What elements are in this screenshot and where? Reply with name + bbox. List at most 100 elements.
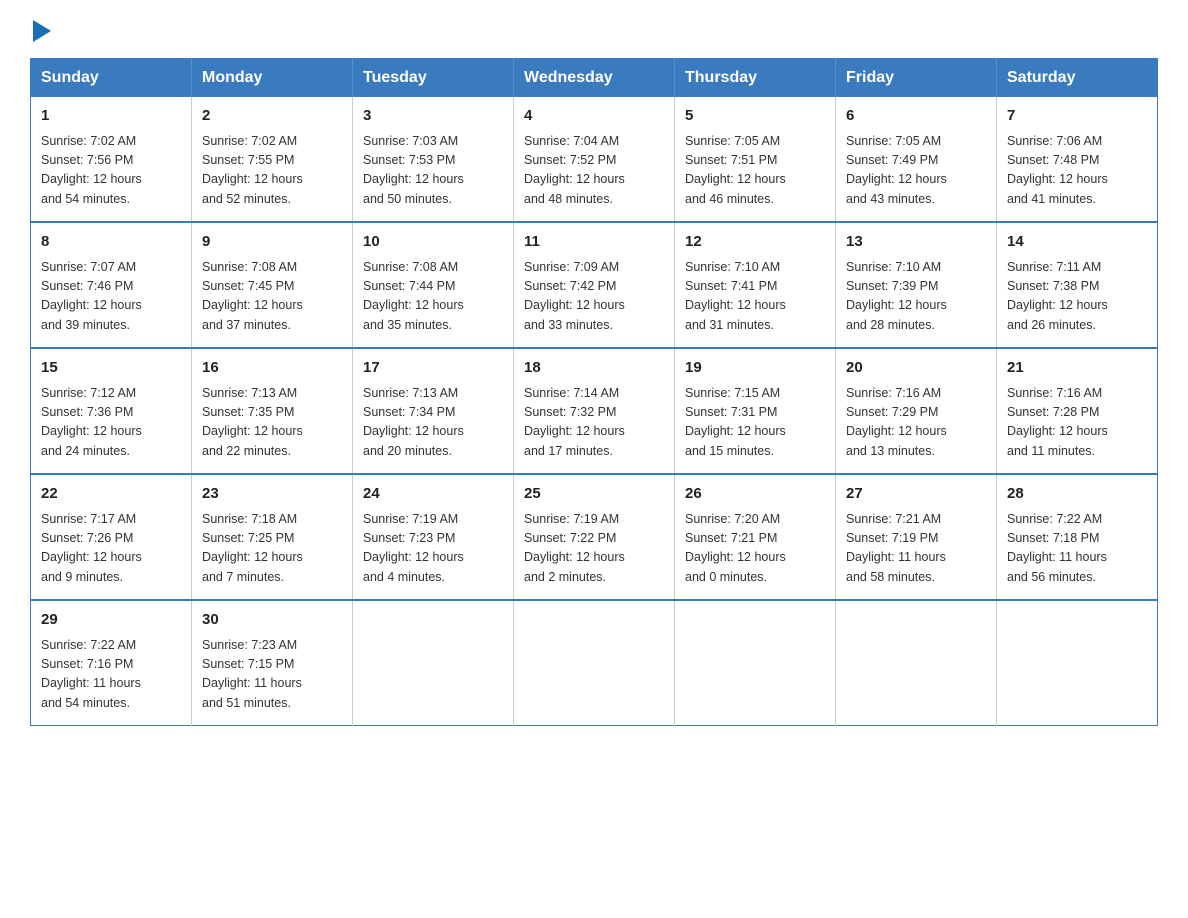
calendar-cell: 18 Sunrise: 7:14 AMSunset: 7:32 PMDayligh… [514,348,675,474]
weekday-header-thursday: Thursday [675,59,836,98]
page-header [30,20,1158,40]
calendar-cell: 21 Sunrise: 7:16 AMSunset: 7:28 PMDayligh… [997,348,1158,474]
calendar-cell: 16Sunrise: 7:13 AMSunset: 7:35 PMDayligh… [192,348,353,474]
day-number: 8 [41,231,181,254]
week-row-4: 22 Sunrise: 7:17 AMSunset: 7:26 PMDayligh… [31,474,1158,600]
day-number: 4 [524,105,664,128]
day-info-full: Sunrise: 7:14 AMSunset: 7:32 PMDaylight:… [524,384,664,462]
day-info-full: Sunrise: 7:13 AMSunset: 7:34 PMDaylight:… [363,384,503,462]
day-info-full: Sunrise: 7:19 AMSunset: 7:23 PMDaylight:… [363,510,503,588]
weekday-header-sunday: Sunday [31,59,192,98]
calendar-cell [997,600,1158,726]
calendar-cell: 24 Sunrise: 7:19 AMSunset: 7:23 PMDayligh… [353,474,514,600]
weekday-header-saturday: Saturday [997,59,1158,98]
day-number: 3 [363,105,503,128]
day-info-full: Sunrise: 7:10 AMSunset: 7:39 PMDaylight:… [846,258,986,336]
calendar-cell: 15 Sunrise: 7:12 AMSunset: 7:36 PMDayligh… [31,348,192,474]
day-number: 10 [363,231,503,254]
day-info-full: Sunrise: 7:13 AMSunset: 7:35 PMDaylight:… [202,384,342,462]
weekday-header-tuesday: Tuesday [353,59,514,98]
calendar-cell: 29 Sunrise: 7:22 AMSunset: 7:16 PMDayligh… [31,600,192,726]
calendar-cell: 3 Sunrise: 7:03 AMSunset: 7:53 PMDaylight… [353,97,514,222]
day-number: 21 [1007,357,1147,380]
day-info-full: Sunrise: 7:06 AMSunset: 7:48 PMDaylight:… [1007,132,1147,210]
day-number: 22 [41,483,181,506]
weekday-header-monday: Monday [192,59,353,98]
day-info-full: Sunrise: 7:17 AMSunset: 7:26 PMDaylight:… [41,510,181,588]
day-number: 30 [202,609,342,632]
day-number: 29 [41,609,181,632]
calendar-cell: 5Sunrise: 7:05 AMSunset: 7:51 PMDaylight… [675,97,836,222]
calendar-cell: 23Sunrise: 7:18 AMSunset: 7:25 PMDayligh… [192,474,353,600]
day-info-full: Sunrise: 7:03 AMSunset: 7:53 PMDaylight:… [363,132,503,210]
day-number: 7 [1007,105,1147,128]
calendar-cell [514,600,675,726]
day-info-full: Sunrise: 7:09 AMSunset: 7:42 PMDaylight:… [524,258,664,336]
calendar-cell: 28 Sunrise: 7:22 AMSunset: 7:18 PMDayligh… [997,474,1158,600]
day-info-full: Sunrise: 7:22 AMSunset: 7:16 PMDaylight:… [41,636,181,714]
calendar-cell: 17 Sunrise: 7:13 AMSunset: 7:34 PMDayligh… [353,348,514,474]
calendar-cell: 27 Sunrise: 7:21 AMSunset: 7:19 PMDayligh… [836,474,997,600]
day-number: 24 [363,483,503,506]
day-info-full: Sunrise: 7:02 AMSunset: 7:55 PMDaylight:… [202,132,342,210]
day-info-full: Sunrise: 7:02 AMSunset: 7:56 PMDaylight:… [41,132,181,210]
day-info-full: Sunrise: 7:16 AMSunset: 7:28 PMDaylight:… [1007,384,1147,462]
day-info-full: Sunrise: 7:12 AMSunset: 7:36 PMDaylight:… [41,384,181,462]
day-number: 28 [1007,483,1147,506]
calendar-cell: 6 Sunrise: 7:05 AMSunset: 7:49 PMDaylight… [836,97,997,222]
day-number: 15 [41,357,181,380]
day-info-full: Sunrise: 7:15 AMSunset: 7:31 PMDaylight:… [685,384,825,462]
day-number: 27 [846,483,986,506]
calendar-cell: 7 Sunrise: 7:06 AMSunset: 7:48 PMDaylight… [997,97,1158,222]
calendar-cell: 14 Sunrise: 7:11 AMSunset: 7:38 PMDayligh… [997,222,1158,348]
day-number: 11 [524,231,664,254]
day-info-full: Sunrise: 7:16 AMSunset: 7:29 PMDaylight:… [846,384,986,462]
day-info-full: Sunrise: 7:22 AMSunset: 7:18 PMDaylight:… [1007,510,1147,588]
day-number: 26 [685,483,825,506]
calendar-cell [353,600,514,726]
logo [30,20,51,40]
calendar-cell [836,600,997,726]
day-info-full: Sunrise: 7:08 AMSunset: 7:44 PMDaylight:… [363,258,503,336]
day-info-full: Sunrise: 7:19 AMSunset: 7:22 PMDaylight:… [524,510,664,588]
day-number: 2 [202,105,342,128]
day-number: 6 [846,105,986,128]
day-info-full: Sunrise: 7:20 AMSunset: 7:21 PMDaylight:… [685,510,825,588]
weekday-header-wednesday: Wednesday [514,59,675,98]
day-info-full: Sunrise: 7:18 AMSunset: 7:25 PMDaylight:… [202,510,342,588]
day-number: 5 [685,105,825,128]
day-number: 14 [1007,231,1147,254]
day-number: 17 [363,357,503,380]
day-info-full: Sunrise: 7:21 AMSunset: 7:19 PMDaylight:… [846,510,986,588]
calendar-cell: 12 Sunrise: 7:10 AMSunset: 7:41 PMDayligh… [675,222,836,348]
day-info-full: Sunrise: 7:05 AMSunset: 7:49 PMDaylight:… [846,132,986,210]
calendar-cell [675,600,836,726]
calendar-cell: 25 Sunrise: 7:19 AMSunset: 7:22 PMDayligh… [514,474,675,600]
day-number: 1 [41,105,181,128]
calendar-cell: 19 Sunrise: 7:15 AMSunset: 7:31 PMDayligh… [675,348,836,474]
weekday-header-friday: Friday [836,59,997,98]
calendar-cell: 11 Sunrise: 7:09 AMSunset: 7:42 PMDayligh… [514,222,675,348]
day-info-full: Sunrise: 7:04 AMSunset: 7:52 PMDaylight:… [524,132,664,210]
week-row-2: 8 Sunrise: 7:07 AMSunset: 7:46 PMDaylight… [31,222,1158,348]
calendar-cell: 9 Sunrise: 7:08 AMSunset: 7:45 PMDaylight… [192,222,353,348]
calendar-cell: 1 Sunrise: 7:02 AMSunset: 7:56 PMDaylight… [31,97,192,222]
calendar-cell: 13Sunrise: 7:10 AMSunset: 7:39 PMDayligh… [836,222,997,348]
week-row-1: 1 Sunrise: 7:02 AMSunset: 7:56 PMDaylight… [31,97,1158,222]
week-row-5: 29 Sunrise: 7:22 AMSunset: 7:16 PMDayligh… [31,600,1158,726]
day-number: 20 [846,357,986,380]
day-number: 9 [202,231,342,254]
day-number: 19 [685,357,825,380]
day-number: 18 [524,357,664,380]
day-info-full: Sunrise: 7:10 AMSunset: 7:41 PMDaylight:… [685,258,825,336]
day-number: 12 [685,231,825,254]
day-info-full: Sunrise: 7:11 AMSunset: 7:38 PMDaylight:… [1007,258,1147,336]
weekday-header-row: SundayMondayTuesdayWednesdayThursdayFrid… [31,59,1158,98]
logo-triangle-icon [33,20,51,42]
calendar-cell: 10 Sunrise: 7:08 AMSunset: 7:44 PMDayligh… [353,222,514,348]
day-number: 25 [524,483,664,506]
day-info-full: Sunrise: 7:07 AMSunset: 7:46 PMDaylight:… [41,258,181,336]
day-info-full: Sunrise: 7:08 AMSunset: 7:45 PMDaylight:… [202,258,342,336]
calendar-cell: 2 Sunrise: 7:02 AMSunset: 7:55 PMDaylight… [192,97,353,222]
calendar-cell: 4 Sunrise: 7:04 AMSunset: 7:52 PMDaylight… [514,97,675,222]
